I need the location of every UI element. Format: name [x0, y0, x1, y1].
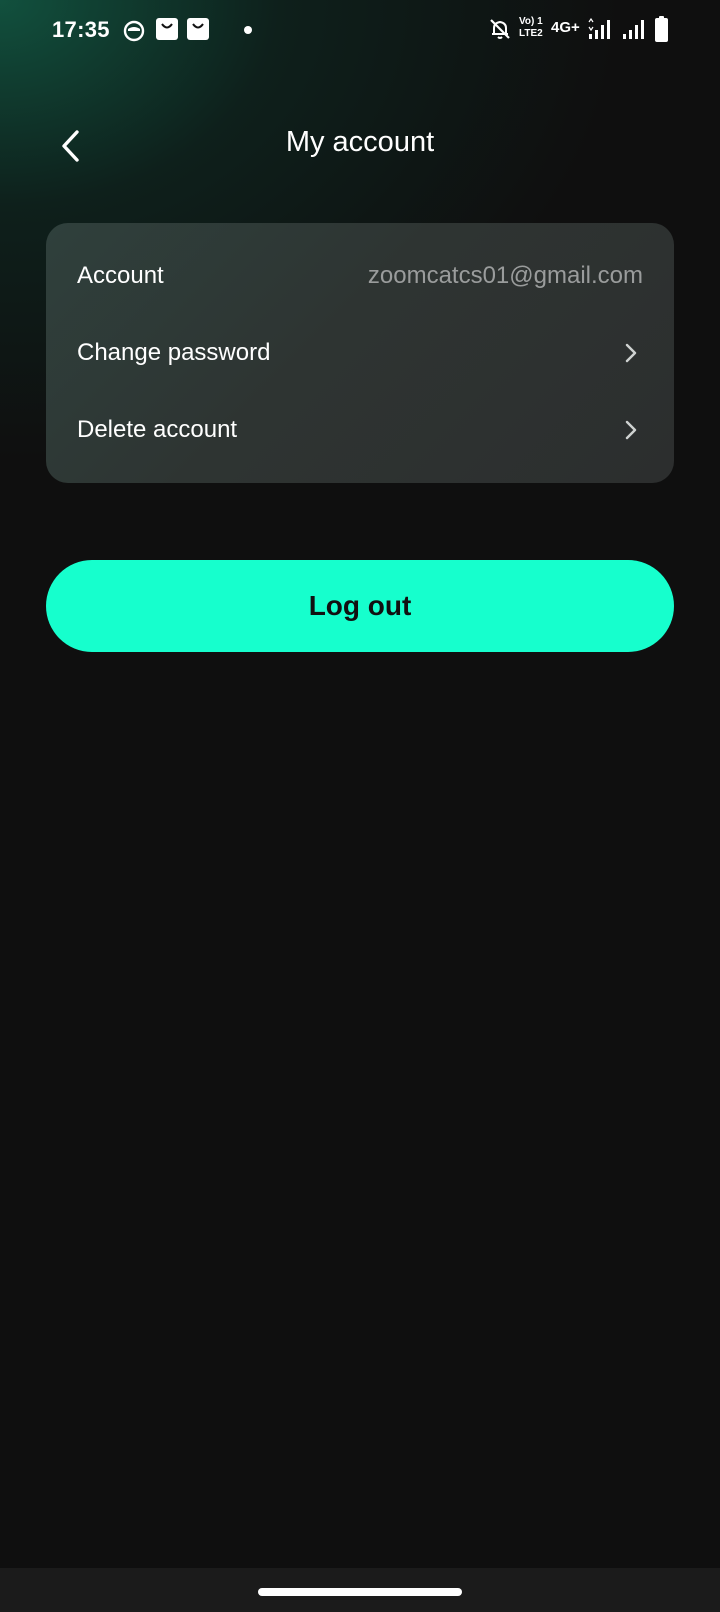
change-password-label: Change password	[77, 339, 271, 366]
chevron-right-icon	[622, 341, 640, 365]
shopping-bag-icon	[156, 18, 178, 40]
change-password-row[interactable]: Change password	[46, 318, 674, 388]
network-label: 4G+	[551, 19, 580, 36]
delete-account-label: Delete account	[77, 416, 238, 443]
volte-label: Vo) 1	[519, 16, 543, 27]
lte-label: LTE2	[519, 28, 543, 39]
smiley-notification-icon	[123, 20, 145, 42]
page-title: My account	[285, 126, 435, 158]
signal-icon	[588, 18, 610, 39]
account-row: Account zoomcatcs01@gmail.com	[46, 241, 674, 311]
dot-icon	[244, 26, 252, 34]
screen: 17:35 Vo) 1 LTE2 4G+ My account Account …	[0, 0, 720, 1612]
account-label: Account	[77, 262, 164, 289]
delete-account-row[interactable]: Delete account	[46, 395, 674, 465]
logout-button[interactable]: Log out	[46, 560, 674, 652]
shopping-bag-icon	[187, 18, 209, 40]
logout-label: Log out	[308, 590, 412, 621]
status-time: 17:35	[52, 17, 110, 42]
account-email: zoomcatcs01@gmail.com	[367, 262, 643, 289]
chevron-right-icon	[622, 418, 640, 442]
account-card: Account zoomcatcs01@gmail.com Change pas…	[46, 223, 674, 483]
status-bar: 17:35 Vo) 1 LTE2 4G+	[0, 0, 720, 62]
navigation-bar	[0, 1568, 720, 1612]
home-indicator[interactable]	[258, 1588, 462, 1596]
battery-icon	[655, 16, 668, 42]
signal-icon	[623, 20, 644, 39]
bell-off-icon	[490, 19, 510, 39]
